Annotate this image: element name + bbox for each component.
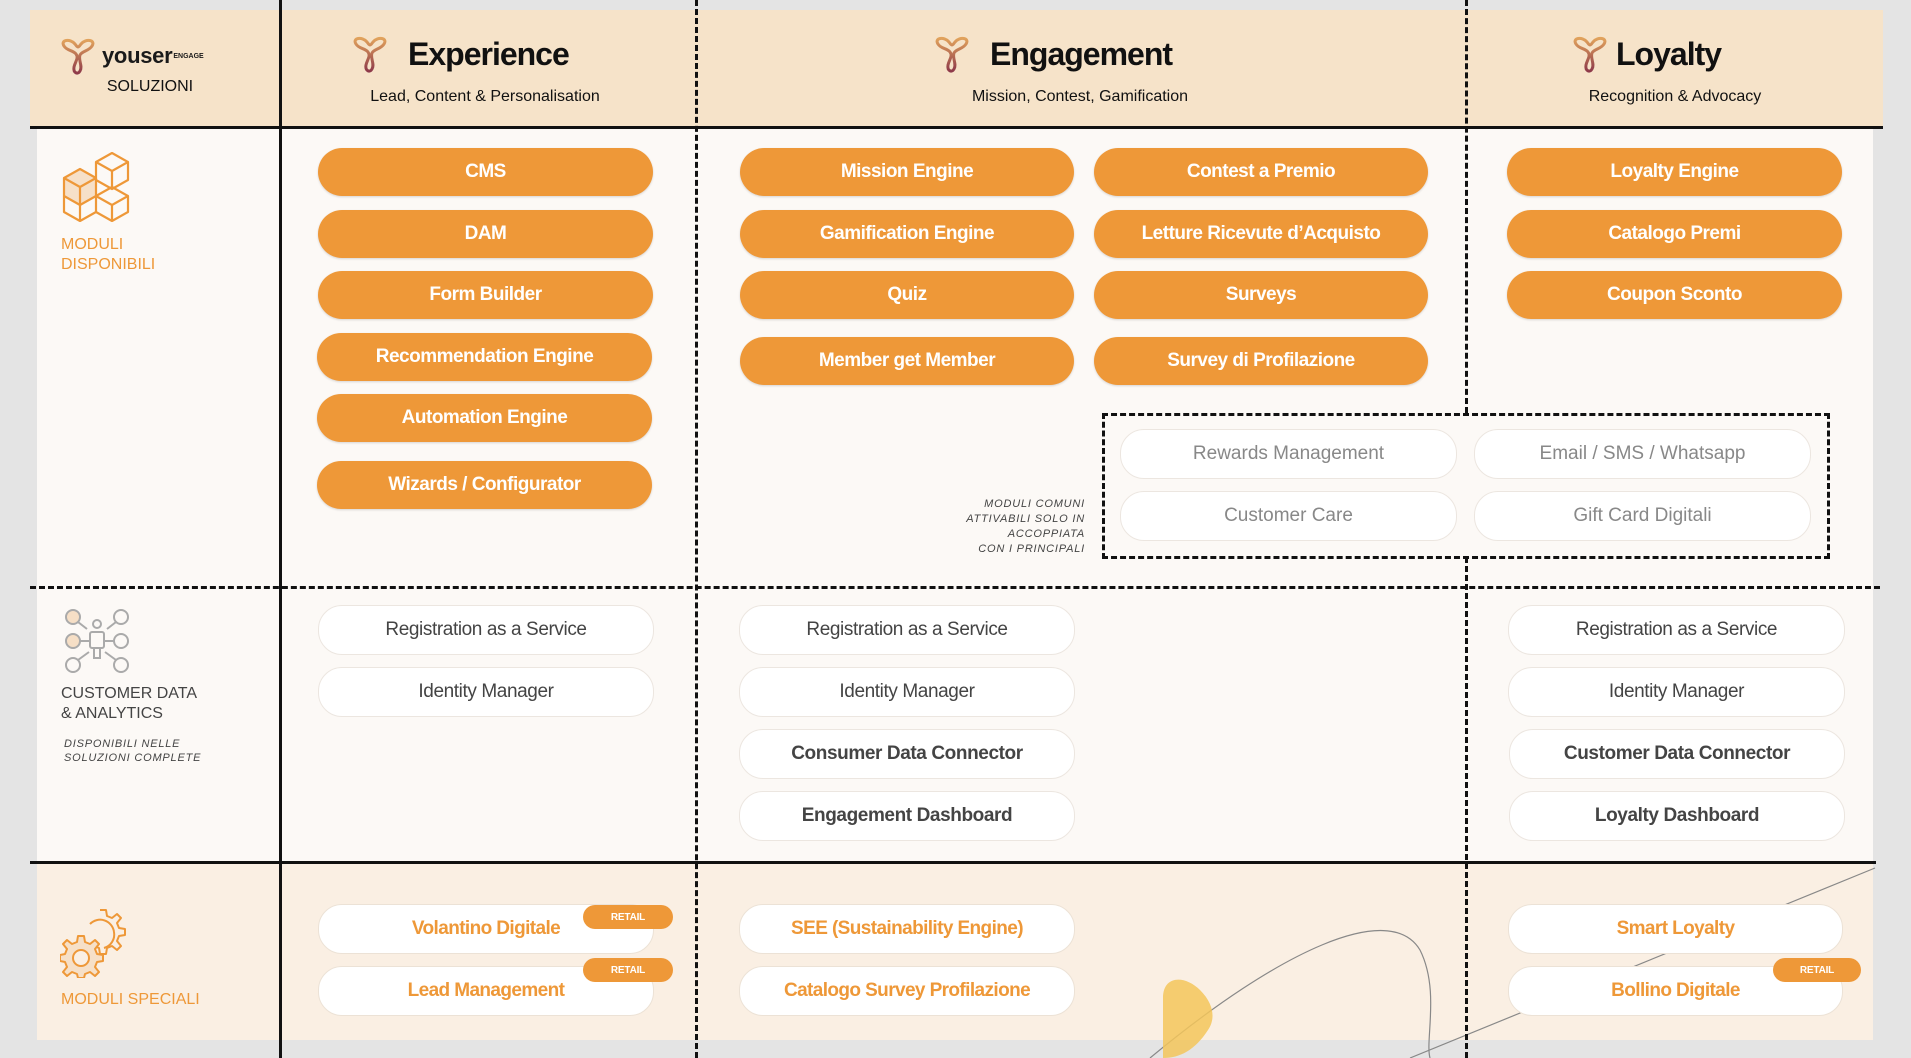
module-dam[interactable]: DAM (318, 210, 653, 258)
column-subtitle-experience: Lead, Content & Personalisation (370, 88, 600, 105)
module-cms[interactable]: CMS (318, 148, 653, 196)
row-label-line: CUSTOMER DATA (61, 685, 198, 702)
cda-identity-loyalty[interactable]: Identity Manager (1508, 667, 1845, 717)
module-survey-profilazione[interactable]: Survey di Profilazione (1094, 337, 1428, 385)
column-title-text: Engagement (990, 35, 1173, 72)
note-line: ATTIVABILI SOLO IN (966, 513, 1085, 525)
cda-registration-loyalty[interactable]: Registration as a Service (1508, 605, 1845, 655)
note-line: ACCOPPIATA (1007, 528, 1085, 540)
modules-cda-divider (30, 586, 1880, 589)
brand-logo: youser ENGAGE (58, 36, 204, 76)
note-line: MODULI COMUNI (984, 498, 1085, 510)
module-surveys[interactable]: Surveys (1094, 271, 1428, 319)
special-catalogo-survey-profilazione[interactable]: Catalogo Survey Profilazione (739, 966, 1075, 1016)
note-line: CON I PRINCIPALI (978, 543, 1085, 555)
special-smart-loyalty[interactable]: Smart Loyalty (1508, 904, 1843, 954)
row-label-line: MODULI (61, 236, 124, 253)
label-column-divider (279, 0, 282, 1058)
common-modules-note: MODULI COMUNI ATTIVABILI SOLO IN ACCOPPI… (930, 497, 1085, 557)
youser-logo-icon (935, 36, 969, 73)
solutions-matrix: youser ENGAGE SOLUZIONI Experience Lead, … (0, 0, 1911, 1058)
common-module-rewards-management[interactable]: Rewards Management (1120, 429, 1457, 479)
column-title-loyalty: Loyalty (1570, 34, 1722, 74)
module-catalogo-premi[interactable]: Catalogo Premi (1507, 210, 1842, 258)
cda-registration-experience[interactable]: Registration as a Service (318, 605, 654, 655)
engagement-loyalty-divider-bottom (1465, 557, 1468, 1058)
row-label-line: DISPONIBILI (61, 256, 156, 273)
module-coupon-sconto[interactable]: Coupon Sconto (1507, 271, 1842, 319)
note-line: SOLUZIONI COMPLETE (64, 752, 202, 764)
cubes-icon (62, 152, 130, 222)
module-wizards-configurator[interactable]: Wizards / Configurator (317, 461, 652, 509)
column-title-experience: Experience (350, 34, 570, 74)
cda-consumer-data-connector[interactable]: Consumer Data Connector (739, 729, 1075, 779)
module-automation-engine[interactable]: Automation Engine (317, 394, 652, 442)
brand-name: youser (102, 43, 173, 68)
customer-data-note: DISPONIBILI NELLE SOLUZIONI COMPLETE (64, 737, 201, 765)
row-label-modules: MODULI DISPONIBILI (61, 235, 155, 275)
module-member-get-member[interactable]: Member get Member (740, 337, 1074, 385)
special-divider (30, 861, 1876, 864)
module-mission-engine[interactable]: Mission Engine (740, 148, 1074, 196)
module-letture-ricevute[interactable]: Letture Ricevute d’Acquisto (1094, 210, 1428, 258)
row-label-line: & ANALYTICS (61, 705, 163, 722)
brand-suffix: ENGAGE (173, 52, 204, 60)
experience-engagement-divider (695, 0, 698, 1058)
column-subtitle-engagement: Mission, Contest, Gamification (971, 88, 1189, 105)
module-recommendation-engine[interactable]: Recommendation Engine (317, 333, 652, 381)
retail-badge: RETAIL (583, 905, 673, 929)
youser-logo-icon (353, 36, 387, 73)
cda-identity-experience[interactable]: Identity Manager (318, 667, 654, 717)
gears-icon (60, 909, 126, 978)
youser-logo-icon (61, 38, 95, 75)
module-form-builder[interactable]: Form Builder (318, 271, 653, 319)
cda-engagement-dashboard[interactable]: Engagement Dashboard (739, 791, 1075, 841)
special-see-sustainability-engine[interactable]: SEE (Sustainability Engine) (739, 904, 1075, 954)
module-loyalty-engine[interactable]: Loyalty Engine (1507, 148, 1842, 196)
row-label-special: MODULI SPECIALI (61, 991, 200, 1008)
youser-logo-icon (1573, 36, 1607, 73)
note-line: DISPONIBILI NELLE (64, 738, 181, 750)
retail-badge: RETAIL (583, 958, 673, 982)
network-person-icon (65, 609, 129, 673)
common-module-gift-card-digitali[interactable]: Gift Card Digitali (1474, 491, 1811, 541)
retail-badge: RETAIL (1773, 958, 1861, 982)
column-title-engagement: Engagement (932, 34, 1173, 74)
header-divider (30, 126, 1883, 129)
engagement-loyalty-divider-top (1465, 0, 1468, 413)
module-contest-a-premio[interactable]: Contest a Premio (1094, 148, 1428, 196)
module-gamification-engine[interactable]: Gamification Engine (740, 210, 1074, 258)
column-title-text: Experience (408, 35, 570, 72)
cda-loyalty-dashboard[interactable]: Loyalty Dashboard (1509, 791, 1845, 841)
cda-registration-engagement[interactable]: Registration as a Service (739, 605, 1075, 655)
cda-identity-engagement[interactable]: Identity Manager (739, 667, 1075, 717)
common-module-email-sms-whatsapp[interactable]: Email / SMS / Whatsapp (1474, 429, 1811, 479)
common-module-customer-care[interactable]: Customer Care (1120, 491, 1457, 541)
row-label-customer-data: CUSTOMER DATA & ANALYTICS (61, 684, 197, 724)
module-quiz[interactable]: Quiz (740, 271, 1074, 319)
column-subtitle-loyalty: Recognition & Advocacy (1588, 88, 1762, 105)
column-title-text: Loyalty (1616, 35, 1722, 72)
cda-customer-data-connector[interactable]: Customer Data Connector (1509, 729, 1845, 779)
header-subtitle: SOLUZIONI (106, 78, 194, 95)
